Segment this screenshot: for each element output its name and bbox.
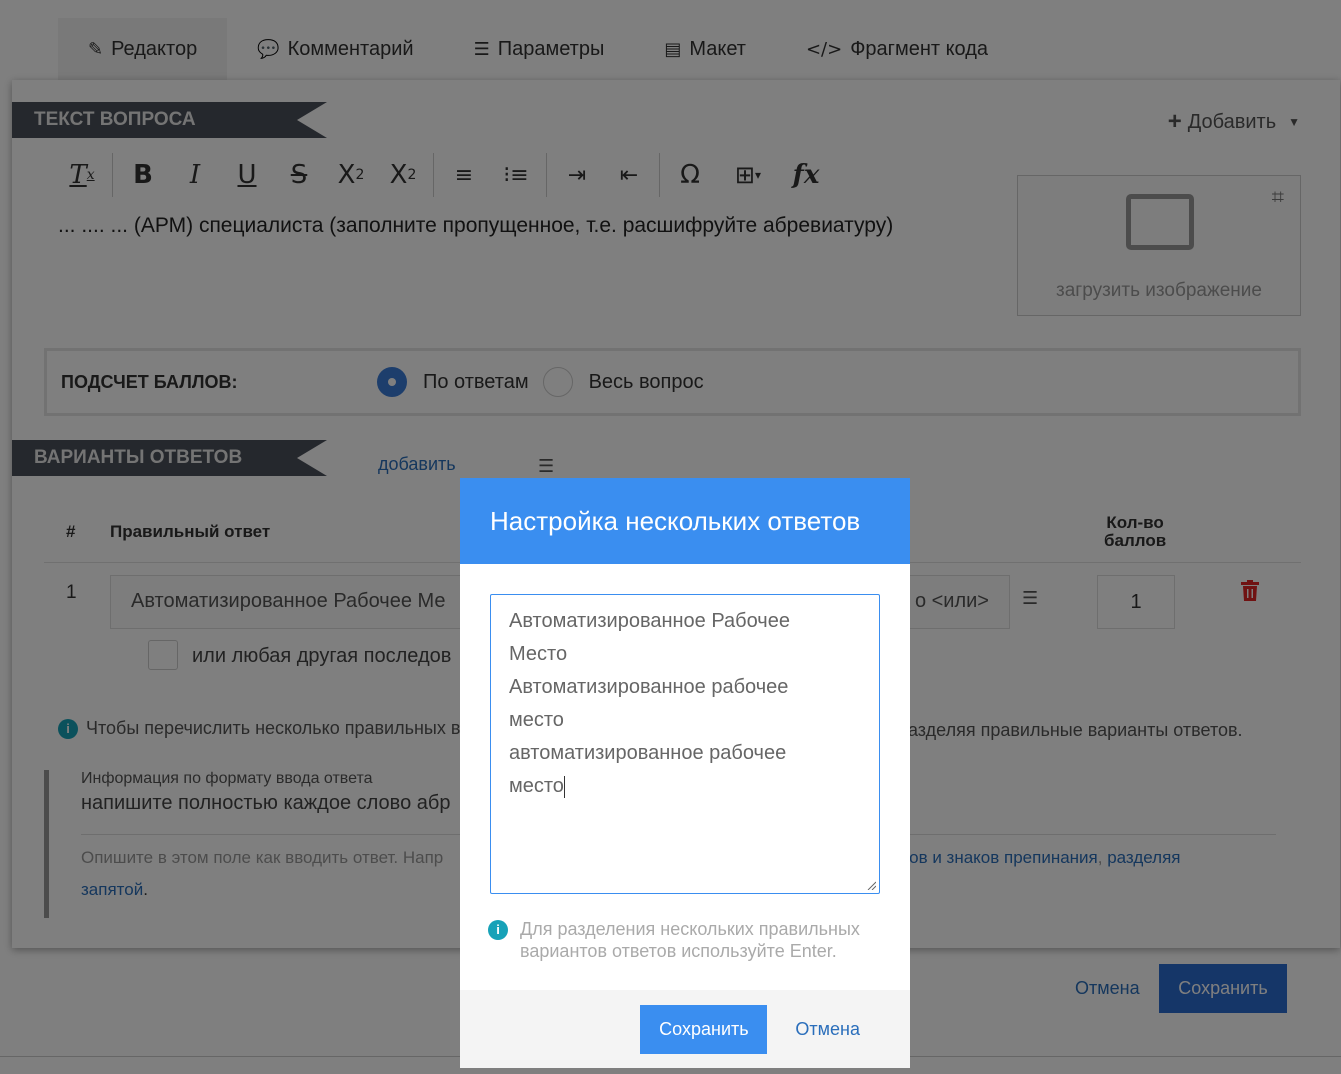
multi-answer-dialog: Настройка нескольких ответов Автоматизир…	[460, 478, 910, 1068]
textarea-line: место	[509, 775, 564, 797]
dialog-hint-text: Для разделения нескольких правильных вар…	[520, 919, 860, 961]
dialog-hint: i Для разделения нескольких правильных в…	[488, 918, 910, 962]
textarea-line: Автоматизированное Рабочее	[509, 610, 790, 632]
answers-textarea[interactable]: Автоматизированное Рабочее Место Автомат…	[490, 594, 880, 894]
textarea-line: место	[509, 709, 564, 731]
info-icon: i	[488, 920, 508, 940]
resize-handle-icon[interactable]	[866, 880, 876, 890]
textarea-line: автоматизированное рабочее	[509, 742, 787, 764]
dialog-cancel-button[interactable]: Отмена	[795, 1019, 860, 1040]
textarea-line: Автоматизированное рабочее	[509, 676, 789, 698]
dialog-body: Автоматизированное Рабочее Место Автомат…	[460, 564, 910, 990]
dialog-footer: Сохранить Отмена	[460, 990, 910, 1068]
dialog-save-button[interactable]: Сохранить	[640, 1004, 768, 1054]
text-cursor	[563, 775, 565, 798]
textarea-line: Место	[509, 643, 568, 665]
dialog-title: Настройка нескольких ответов	[460, 478, 910, 564]
